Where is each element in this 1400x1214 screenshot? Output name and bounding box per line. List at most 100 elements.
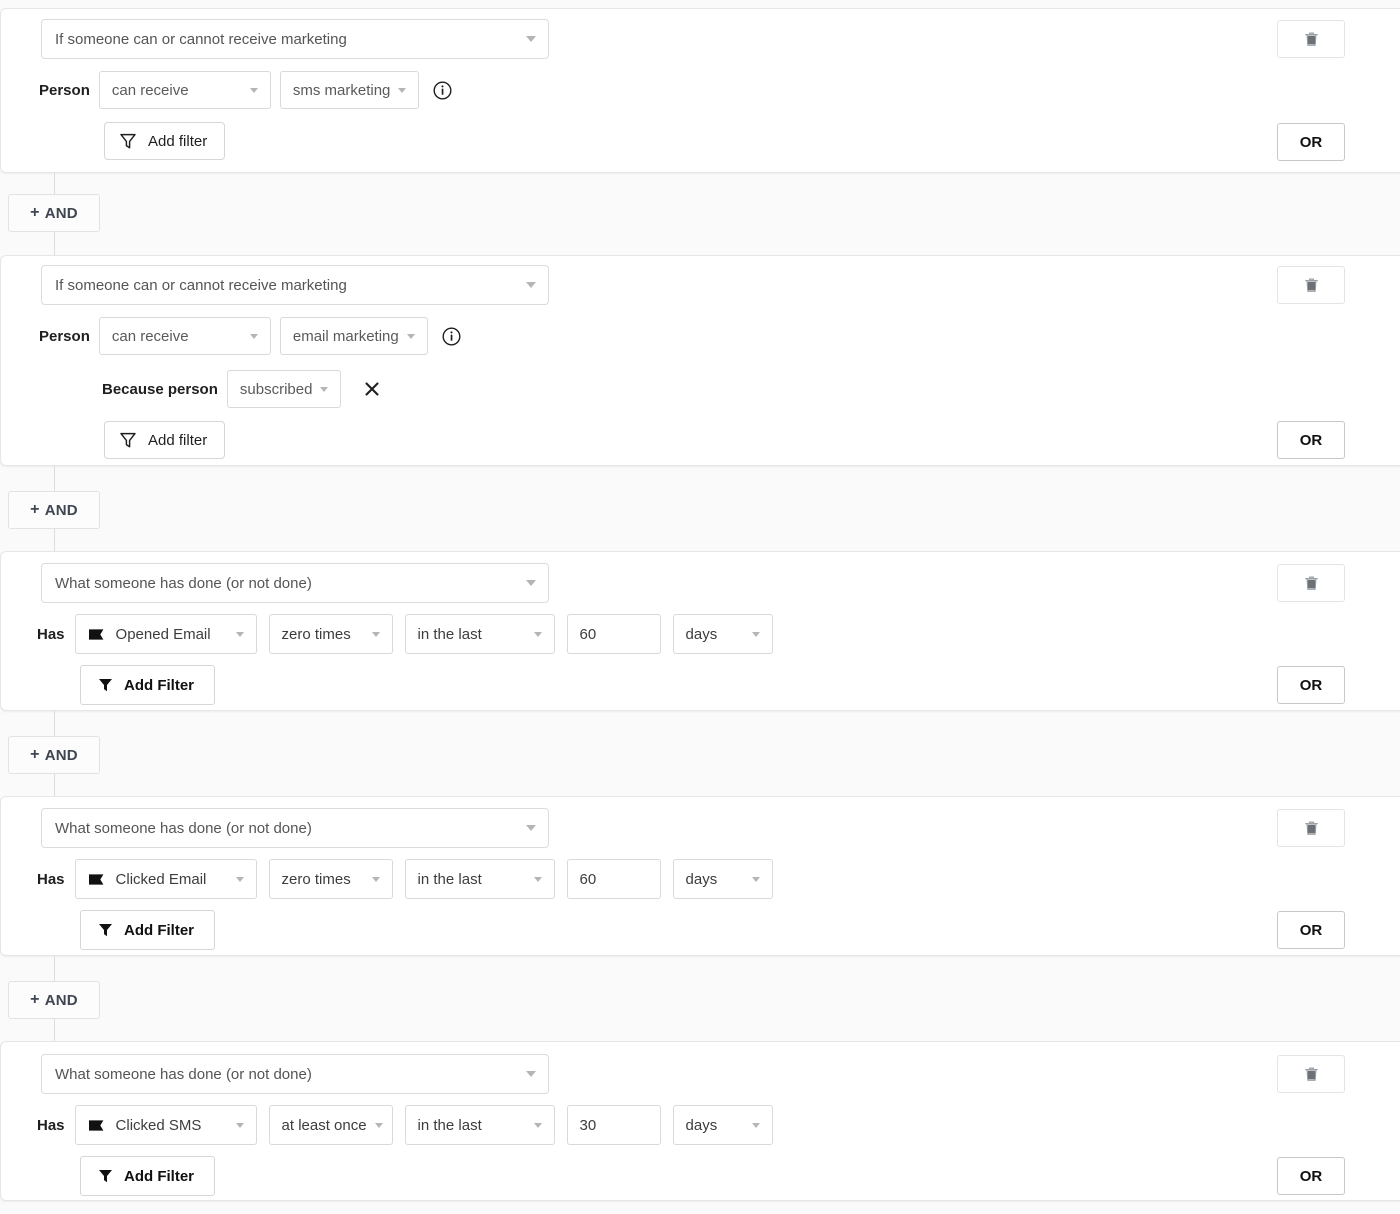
flag-solid-icon: [88, 873, 105, 886]
timeframe-amount-value: 60: [579, 870, 597, 888]
condition-card: If someone can or cannot receive marketi…: [0, 8, 1400, 173]
delete-condition-button[interactable]: [1277, 266, 1345, 304]
condition-type-label: What someone has done (or not done): [55, 1065, 312, 1083]
trash-icon: [1304, 1067, 1318, 1081]
occurrence-select[interactable]: zero times: [268, 614, 393, 654]
or-button[interactable]: OR: [1277, 911, 1345, 949]
reason-select[interactable]: subscribed: [226, 370, 342, 408]
add-filter-button[interactable]: Add Filter: [80, 1156, 215, 1196]
timeframe-unit-select[interactable]: days: [672, 1105, 773, 1145]
chevron-down-icon: [526, 825, 536, 831]
funnel-solid-icon: [98, 677, 113, 693]
permission-select[interactable]: can receive: [98, 317, 271, 355]
and-connector: + AND: [0, 711, 200, 796]
flag-solid-icon: [88, 1119, 105, 1132]
timeframe-select[interactable]: in the last: [404, 614, 555, 654]
condition-type-label: What someone has done (or not done): [55, 819, 312, 837]
add-and-group-button[interactable]: + AND: [8, 736, 100, 774]
plus-icon: +: [30, 746, 40, 763]
trash-icon: [1304, 278, 1318, 292]
timeframe-select[interactable]: in the last: [404, 1105, 555, 1145]
chevron-down-icon: [751, 876, 760, 882]
condition-card: What someone has done (or not done) Has …: [0, 1041, 1400, 1201]
occurrence-select[interactable]: at least once: [268, 1105, 393, 1145]
chevron-down-icon: [249, 87, 258, 93]
condition-card: What someone has done (or not done) Has …: [0, 796, 1400, 956]
add-filter-button[interactable]: Add Filter: [80, 910, 215, 950]
add-filter-button[interactable]: Add filter: [104, 421, 226, 459]
metric-select[interactable]: Clicked SMS: [74, 1105, 257, 1145]
delete-condition-button[interactable]: [1277, 809, 1345, 847]
or-button[interactable]: OR: [1277, 1157, 1345, 1195]
timeframe-select[interactable]: in the last: [404, 859, 555, 899]
timeframe-amount-input[interactable]: 60: [566, 859, 661, 899]
or-label: OR: [1299, 1167, 1323, 1185]
channel-select[interactable]: email marketing: [279, 317, 428, 355]
timeframe-unit-select[interactable]: days: [672, 614, 773, 654]
person-label: Person: [39, 327, 90, 345]
chevron-down-icon: [371, 631, 380, 637]
chevron-down-icon: [526, 580, 536, 586]
timeframe-unit-select[interactable]: days: [672, 859, 773, 899]
person-label: Person: [39, 81, 90, 99]
plus-icon: +: [30, 501, 40, 518]
condition-type-select[interactable]: If someone can or cannot receive marketi…: [41, 19, 549, 59]
chevron-down-icon: [235, 876, 244, 882]
occurrence-value: zero times: [281, 625, 351, 643]
chevron-down-icon: [533, 876, 542, 882]
add-and-group-button[interactable]: + AND: [8, 491, 100, 529]
and-connector: + AND: [0, 466, 200, 551]
delete-condition-button[interactable]: [1277, 20, 1345, 58]
chevron-down-icon: [374, 1122, 383, 1128]
chevron-down-icon: [533, 1122, 542, 1128]
activity-row: Has Clicked SMS at least once in the las…: [37, 1105, 773, 1145]
add-filter-button[interactable]: Add Filter: [80, 665, 215, 705]
or-label: OR: [1299, 133, 1323, 151]
condition-type-label: If someone can or cannot receive marketi…: [55, 30, 347, 48]
occurrence-select[interactable]: zero times: [268, 859, 393, 899]
timeframe-unit-value: days: [685, 625, 718, 643]
info-circle-icon[interactable]: [433, 80, 452, 100]
has-label: Has: [37, 625, 65, 643]
timeframe-amount-value: 30: [579, 1116, 597, 1134]
reason-row: Because person subscribed: [102, 370, 383, 408]
condition-type-select[interactable]: What someone has done (or not done): [41, 808, 549, 848]
has-label: Has: [37, 870, 65, 888]
chevron-down-icon: [320, 386, 329, 392]
remove-reason-button[interactable]: [361, 378, 383, 400]
delete-condition-button[interactable]: [1277, 564, 1345, 602]
info-circle-icon[interactable]: [442, 326, 461, 346]
person-row: Person can receive sms marketing: [39, 71, 452, 109]
or-button[interactable]: OR: [1277, 666, 1345, 704]
chevron-down-icon: [533, 631, 542, 637]
add-and-group-button[interactable]: + AND: [8, 194, 100, 232]
timeframe-amount-value: 60: [579, 625, 597, 643]
condition-type-label: If someone can or cannot receive marketi…: [55, 276, 347, 294]
condition-type-label: What someone has done (or not done): [55, 574, 312, 592]
chevron-down-icon: [249, 333, 258, 339]
timeframe-amount-input[interactable]: 30: [566, 1105, 661, 1145]
metric-select[interactable]: Clicked Email: [74, 859, 257, 899]
add-filter-button[interactable]: Add filter: [104, 122, 226, 160]
channel-value: email marketing: [292, 327, 399, 345]
or-label: OR: [1299, 676, 1323, 694]
or-button[interactable]: OR: [1277, 421, 1345, 459]
permission-value: can receive: [111, 327, 189, 345]
delete-condition-button[interactable]: [1277, 1055, 1345, 1093]
condition-type-select[interactable]: What someone has done (or not done): [41, 563, 549, 603]
or-label: OR: [1299, 921, 1323, 939]
or-button[interactable]: OR: [1277, 123, 1345, 161]
condition-card: What someone has done (or not done) Has …: [0, 551, 1400, 711]
permission-select[interactable]: can receive: [98, 71, 271, 109]
condition-type-select[interactable]: If someone can or cannot receive marketi…: [41, 265, 549, 305]
metric-select[interactable]: Opened Email: [74, 614, 257, 654]
and-label: AND: [44, 204, 78, 222]
and-label: AND: [44, 501, 78, 519]
timeframe-unit-value: days: [685, 1116, 718, 1134]
chevron-down-icon: [526, 282, 536, 288]
add-filter-label: Add Filter: [124, 676, 194, 694]
timeframe-amount-input[interactable]: 60: [566, 614, 661, 654]
condition-type-select[interactable]: What someone has done (or not done): [41, 1054, 549, 1094]
add-and-group-button[interactable]: + AND: [8, 981, 100, 1019]
channel-select[interactable]: sms marketing: [279, 71, 420, 109]
